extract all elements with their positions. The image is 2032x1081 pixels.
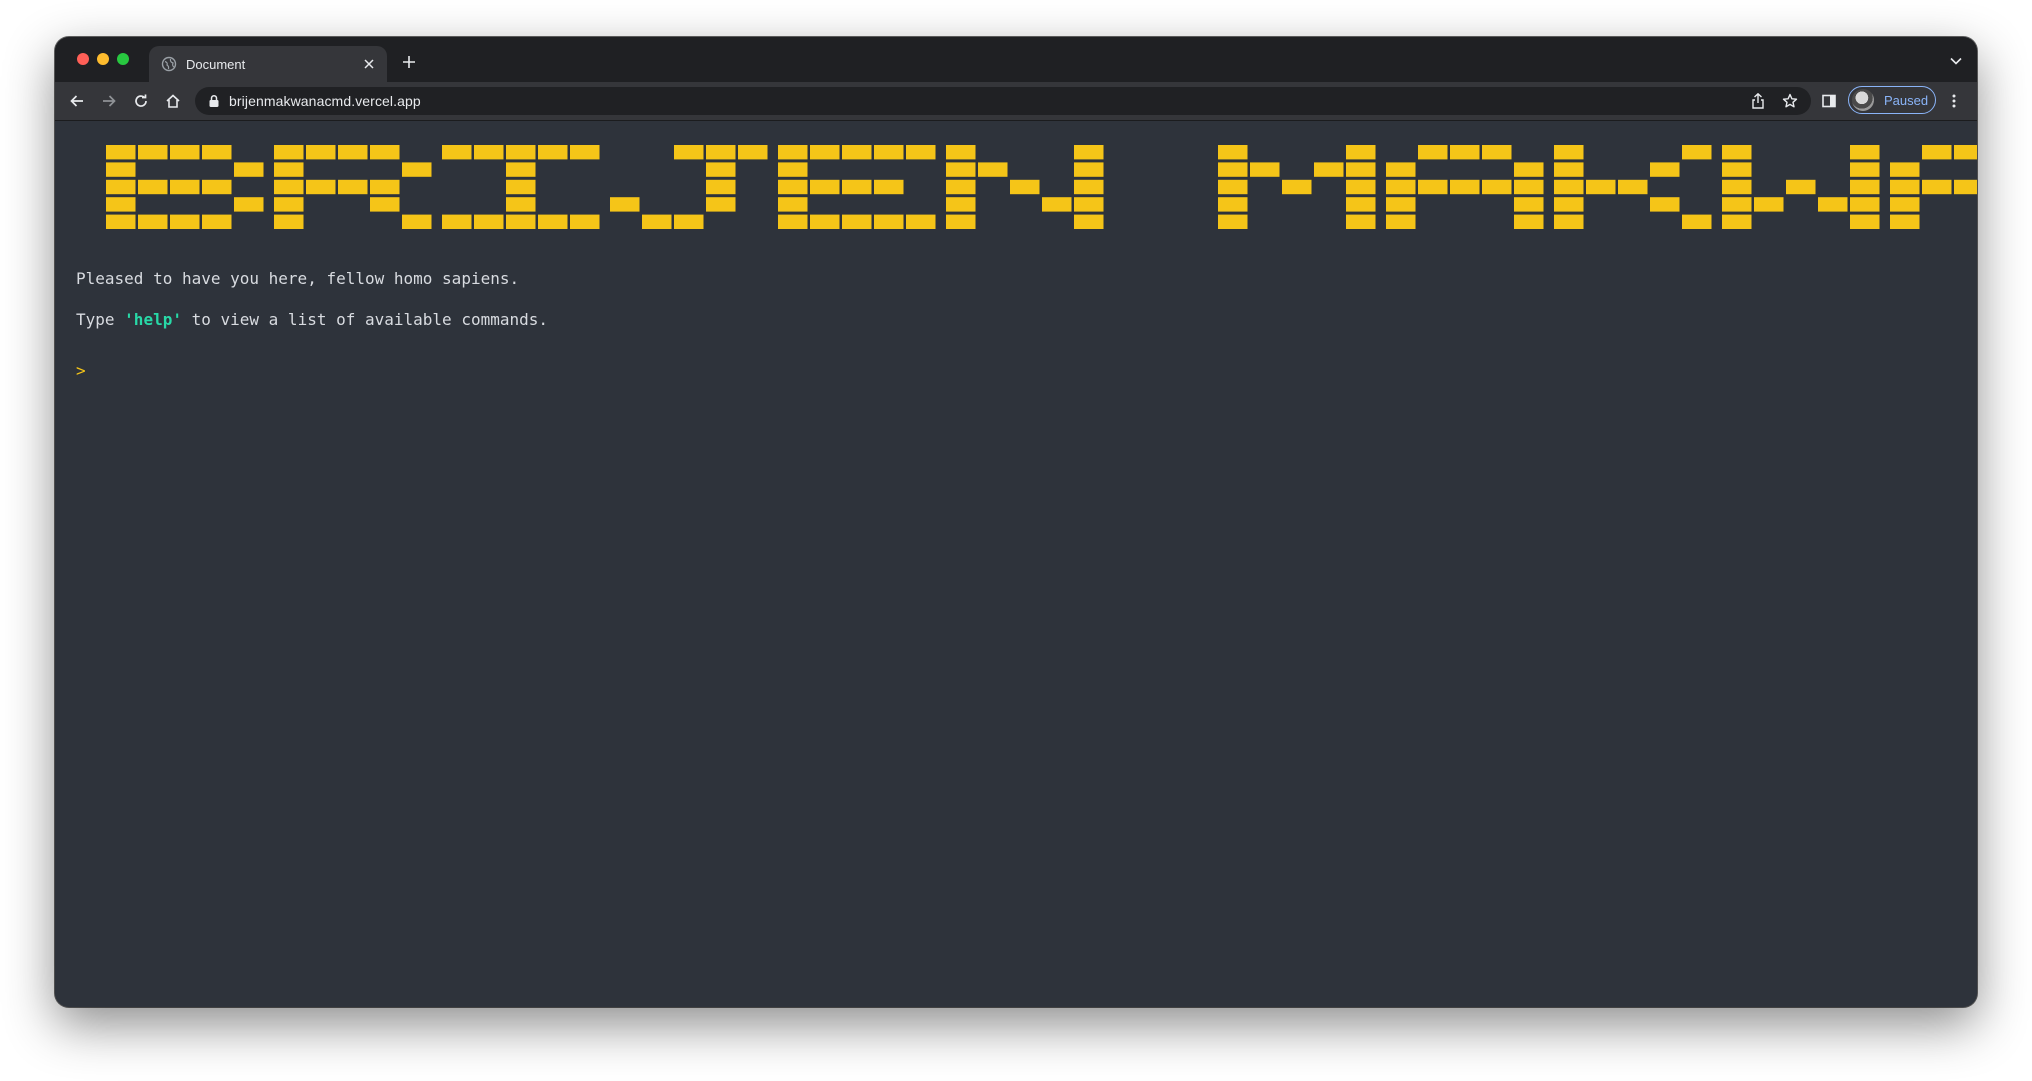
chevron-down-icon bbox=[1950, 57, 1962, 65]
banner-letter bbox=[1722, 145, 1880, 229]
tab-search-button[interactable] bbox=[1945, 50, 1967, 72]
tab-strip: Document bbox=[55, 37, 1977, 82]
help-hint: Type 'help' to view a list of available … bbox=[76, 310, 548, 329]
banner-letter bbox=[1890, 145, 1977, 229]
banner-letter bbox=[778, 145, 936, 229]
forward-button[interactable] bbox=[97, 89, 121, 113]
welcome-text: Pleased to have you here, fellow homo sa… bbox=[76, 269, 520, 288]
home-button[interactable] bbox=[161, 89, 185, 113]
banner-letter bbox=[442, 145, 600, 229]
banner-logo bbox=[106, 145, 1977, 229]
command-input[interactable] bbox=[95, 359, 895, 383]
plus-icon bbox=[403, 56, 415, 68]
avatar bbox=[1852, 89, 1874, 111]
tab-title: Document bbox=[186, 56, 246, 72]
browser-toolbar: brijenmakwanacmd.vercel.app Paused bbox=[55, 82, 1977, 121]
bookmark-star-icon[interactable] bbox=[1779, 90, 1801, 112]
terminal-page[interactable]: Pleased to have you here, fellow homo sa… bbox=[55, 121, 1977, 1007]
address-bar[interactable]: brijenmakwanacmd.vercel.app bbox=[195, 87, 1811, 115]
tab-document[interactable]: Document bbox=[149, 46, 387, 82]
help-hint-suffix: to view a list of available commands. bbox=[181, 310, 549, 329]
close-window-button[interactable] bbox=[77, 53, 89, 65]
new-tab-button[interactable] bbox=[397, 50, 421, 74]
profile-button[interactable]: Paused bbox=[1848, 86, 1936, 114]
banner-letter bbox=[610, 145, 768, 229]
side-panel-button[interactable] bbox=[1817, 89, 1841, 113]
help-hint-prefix: Type bbox=[76, 310, 125, 329]
profile-status: Paused bbox=[1884, 92, 1929, 108]
banner-letter bbox=[274, 145, 432, 229]
minimize-window-button[interactable] bbox=[97, 53, 109, 65]
side-panel-icon bbox=[1822, 94, 1836, 108]
share-icon[interactable] bbox=[1747, 90, 1769, 112]
banner-letter bbox=[1386, 145, 1544, 229]
help-command: 'help' bbox=[124, 310, 182, 329]
url-text[interactable]: brijenmakwanacmd.vercel.app bbox=[229, 87, 421, 115]
maximize-window-button[interactable] bbox=[117, 53, 129, 65]
home-icon bbox=[166, 94, 180, 108]
banner-letter bbox=[1218, 145, 1376, 229]
arrow-left-icon bbox=[70, 95, 83, 107]
reload-button[interactable] bbox=[129, 89, 153, 113]
close-tab-icon[interactable] bbox=[356, 51, 382, 77]
browser-window: Document brijenmakwanacmd.vercel.app Pau… bbox=[55, 37, 1977, 1007]
kebab-menu-icon bbox=[1952, 94, 1956, 108]
browser-menu-button[interactable] bbox=[1942, 89, 1966, 113]
banner-letter bbox=[106, 145, 264, 229]
back-button[interactable] bbox=[65, 89, 89, 113]
globe-icon bbox=[161, 56, 177, 72]
banner-letter bbox=[946, 145, 1104, 229]
prompt-symbol: > bbox=[76, 361, 86, 380]
arrow-right-icon bbox=[103, 95, 116, 107]
ascii-banner bbox=[106, 145, 1977, 242]
banner-letter bbox=[1554, 145, 1712, 229]
reload-icon bbox=[135, 94, 147, 107]
lock-icon[interactable] bbox=[207, 94, 221, 108]
